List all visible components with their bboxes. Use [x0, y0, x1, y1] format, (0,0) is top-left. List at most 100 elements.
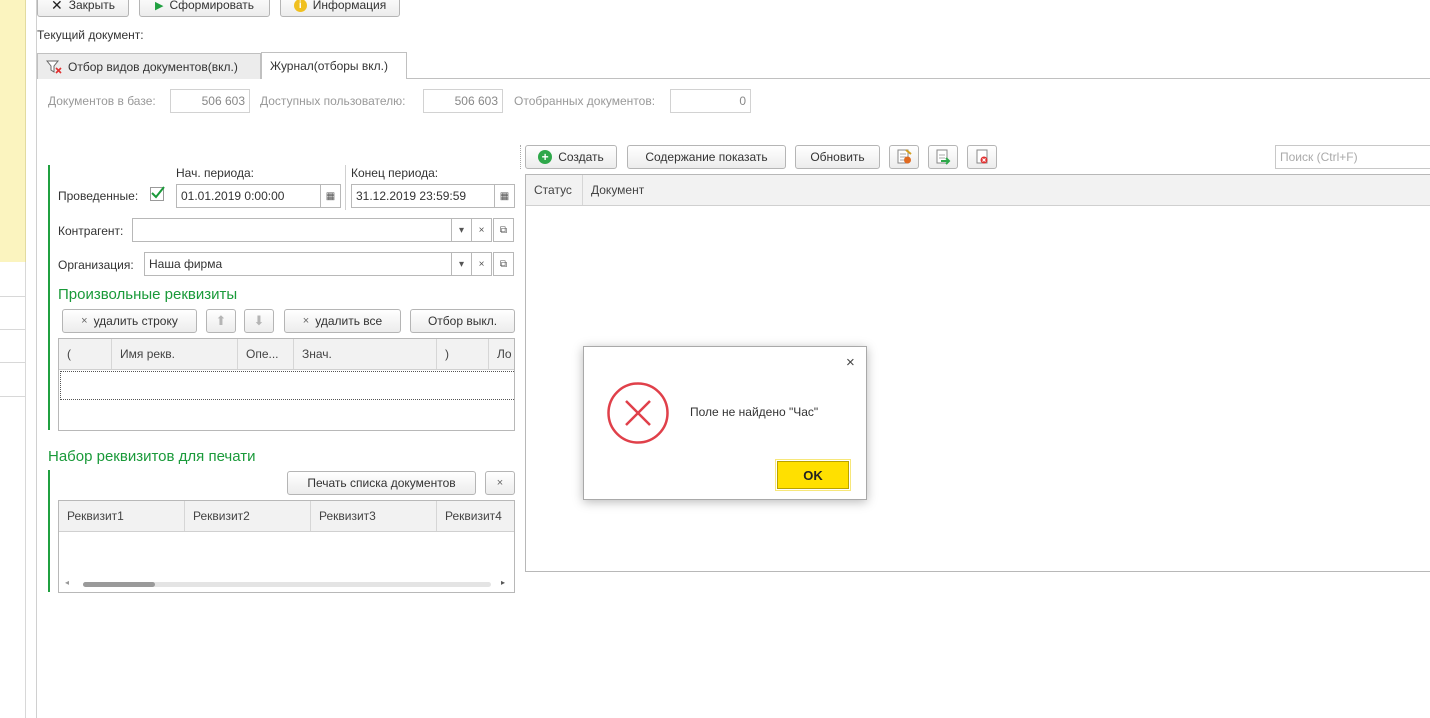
column-header[interactable]: Реквизит2	[185, 501, 311, 531]
print-group-bar	[48, 470, 50, 592]
tab-journal[interactable]: Журнал(отборы вкл.)	[261, 52, 407, 79]
organization-field[interactable]: Наша фирма	[144, 252, 453, 276]
column-header[interactable]: Реквизит4	[437, 501, 514, 531]
custom-attrs-title: Произвольные реквизиты	[58, 286, 238, 303]
available-label: Доступных пользователю:	[260, 94, 406, 108]
counterparty-label: Контрагент:	[58, 224, 124, 238]
column-header[interactable]: Статус	[526, 175, 583, 205]
print-doc-button[interactable]	[889, 145, 919, 169]
dialog-message: Поле не найдено "Час"	[690, 405, 819, 419]
create-button[interactable]: + Создать	[525, 145, 617, 169]
clear-icon: ×	[478, 258, 485, 270]
show-content-button[interactable]: Содержание показать	[627, 145, 786, 169]
add-icon: +	[538, 150, 553, 164]
calendar-icon: ▦	[499, 190, 510, 202]
error-dialog: × Поле не найдено "Час" OK	[583, 346, 867, 500]
generate-button[interactable]: ▶ Сформировать	[139, 0, 270, 17]
document-export-icon	[936, 149, 951, 165]
clear-print-button[interactable]: ×	[485, 471, 515, 495]
custom-attrs-table: ( Имя рекв. Опе... Знач. ) Ло	[58, 338, 515, 431]
side-panel-list	[0, 262, 26, 718]
tab-doc-types-filter[interactable]: Отбор видов документов(вкл.)	[37, 53, 261, 79]
info-button[interactable]: i Информация	[280, 0, 400, 17]
delete-doc-button[interactable]	[967, 145, 997, 169]
posted-label: Проведенные:	[58, 189, 139, 203]
table-row[interactable]	[60, 371, 514, 400]
arrow-down-icon: ⬇	[253, 313, 265, 328]
move-up-button[interactable]: ⬆	[206, 309, 236, 333]
period-start-calendar-button[interactable]: ▦	[320, 184, 341, 208]
column-header[interactable]: Знач.	[294, 339, 437, 369]
move-down-button[interactable]: ⬇	[244, 309, 274, 333]
panel-divider	[36, 0, 37, 718]
organization-label: Организация:	[58, 258, 134, 272]
chevron-down-icon: ▾	[458, 258, 465, 270]
selected-label: Отобранных документов:	[514, 94, 656, 108]
period-end-calendar-button[interactable]: ▦	[494, 184, 515, 208]
posted-checkbox[interactable]	[150, 186, 165, 201]
organization-open-button[interactable]: ⧉	[493, 252, 514, 276]
search-input[interactable]: Поиск (Ctrl+F)	[1275, 145, 1430, 169]
delete-all-button[interactable]: × удалить все	[284, 309, 401, 333]
filter-off-button[interactable]: Отбор выкл.	[410, 309, 515, 333]
period-start-label: Нач. периода:	[176, 166, 254, 180]
play-icon: ▶	[154, 0, 164, 12]
chevron-down-icon: ▾	[458, 224, 465, 236]
column-header[interactable]: Опе...	[238, 339, 294, 369]
side-panel-top	[0, 0, 26, 262]
open-window-icon: ⧉	[499, 258, 508, 270]
delete-icon: ×	[496, 477, 504, 489]
calendar-icon: ▦	[325, 190, 336, 202]
info-icon: i	[293, 0, 307, 12]
organization-clear-button[interactable]: ×	[471, 252, 492, 276]
delete-row-button[interactable]: × удалить строку	[62, 309, 197, 333]
column-header[interactable]: (	[59, 339, 112, 369]
available-field: 506 603	[423, 89, 503, 113]
counterparty-clear-button[interactable]: ×	[471, 218, 492, 242]
print-list-button[interactable]: Печать списка документов	[287, 471, 476, 495]
error-icon	[607, 382, 669, 444]
filters-group-bar	[48, 165, 50, 430]
period-separator	[345, 165, 346, 210]
check-icon	[151, 186, 165, 199]
current-document-label: Текущий документ:	[37, 28, 144, 42]
tab-baseline	[407, 78, 1430, 79]
close-button[interactable]: ✕ Закрыть	[37, 0, 129, 17]
column-header[interactable]: Имя рекв.	[112, 339, 238, 369]
ok-button[interactable]: OK	[775, 459, 851, 491]
selected-field: 0	[670, 89, 751, 113]
splitter[interactable]	[520, 145, 522, 169]
print-attrs-table: Реквизит1 Реквизит2 Реквизит3 Реквизит4 …	[58, 500, 515, 593]
arrow-up-icon: ⬆	[215, 313, 227, 328]
period-end-label: Конец периода:	[351, 166, 439, 180]
close-icon[interactable]: ×	[846, 354, 855, 371]
scroll-right-icon[interactable]: ▸	[501, 578, 505, 587]
document-delete-icon	[976, 149, 988, 164]
in-base-field: 506 603	[170, 89, 250, 113]
organization-dropdown-button[interactable]: ▾	[451, 252, 472, 276]
scroll-left-icon[interactable]: ◂	[65, 578, 69, 587]
in-base-label: Документов в базе:	[48, 94, 156, 108]
delete-icon: ×	[81, 315, 88, 327]
print-attrs-title: Набор реквизитов для печати	[48, 448, 256, 465]
column-header[interactable]: Реквизит1	[59, 501, 185, 531]
counterparty-open-button[interactable]: ⧉	[493, 218, 514, 242]
column-header[interactable]: Реквизит3	[311, 501, 437, 531]
horizontal-scrollbar[interactable]: ◂ ▸	[59, 577, 514, 591]
column-header[interactable]: Документ	[583, 175, 1430, 205]
table-header: Статус Документ	[526, 175, 1430, 206]
delete-icon: ×	[302, 315, 310, 327]
period-start-field[interactable]: 01.01.2019 0:00:00	[176, 184, 322, 208]
refresh-button[interactable]: Обновить	[795, 145, 880, 169]
clear-icon: ×	[478, 224, 485, 236]
table-header: ( Имя рекв. Опе... Знач. ) Ло	[59, 339, 514, 370]
period-end-field[interactable]: 31.12.2019 23:59:59	[351, 184, 497, 208]
column-header[interactable]: Ло	[489, 339, 514, 369]
counterparty-field[interactable]	[132, 218, 453, 242]
counterparty-dropdown-button[interactable]: ▾	[451, 218, 472, 242]
table-header: Реквизит1 Реквизит2 Реквизит3 Реквизит4	[59, 501, 514, 532]
scroll-thumb[interactable]	[83, 582, 155, 587]
column-header[interactable]: )	[437, 339, 489, 369]
close-icon: ✕	[51, 0, 63, 13]
export-doc-button[interactable]	[928, 145, 958, 169]
